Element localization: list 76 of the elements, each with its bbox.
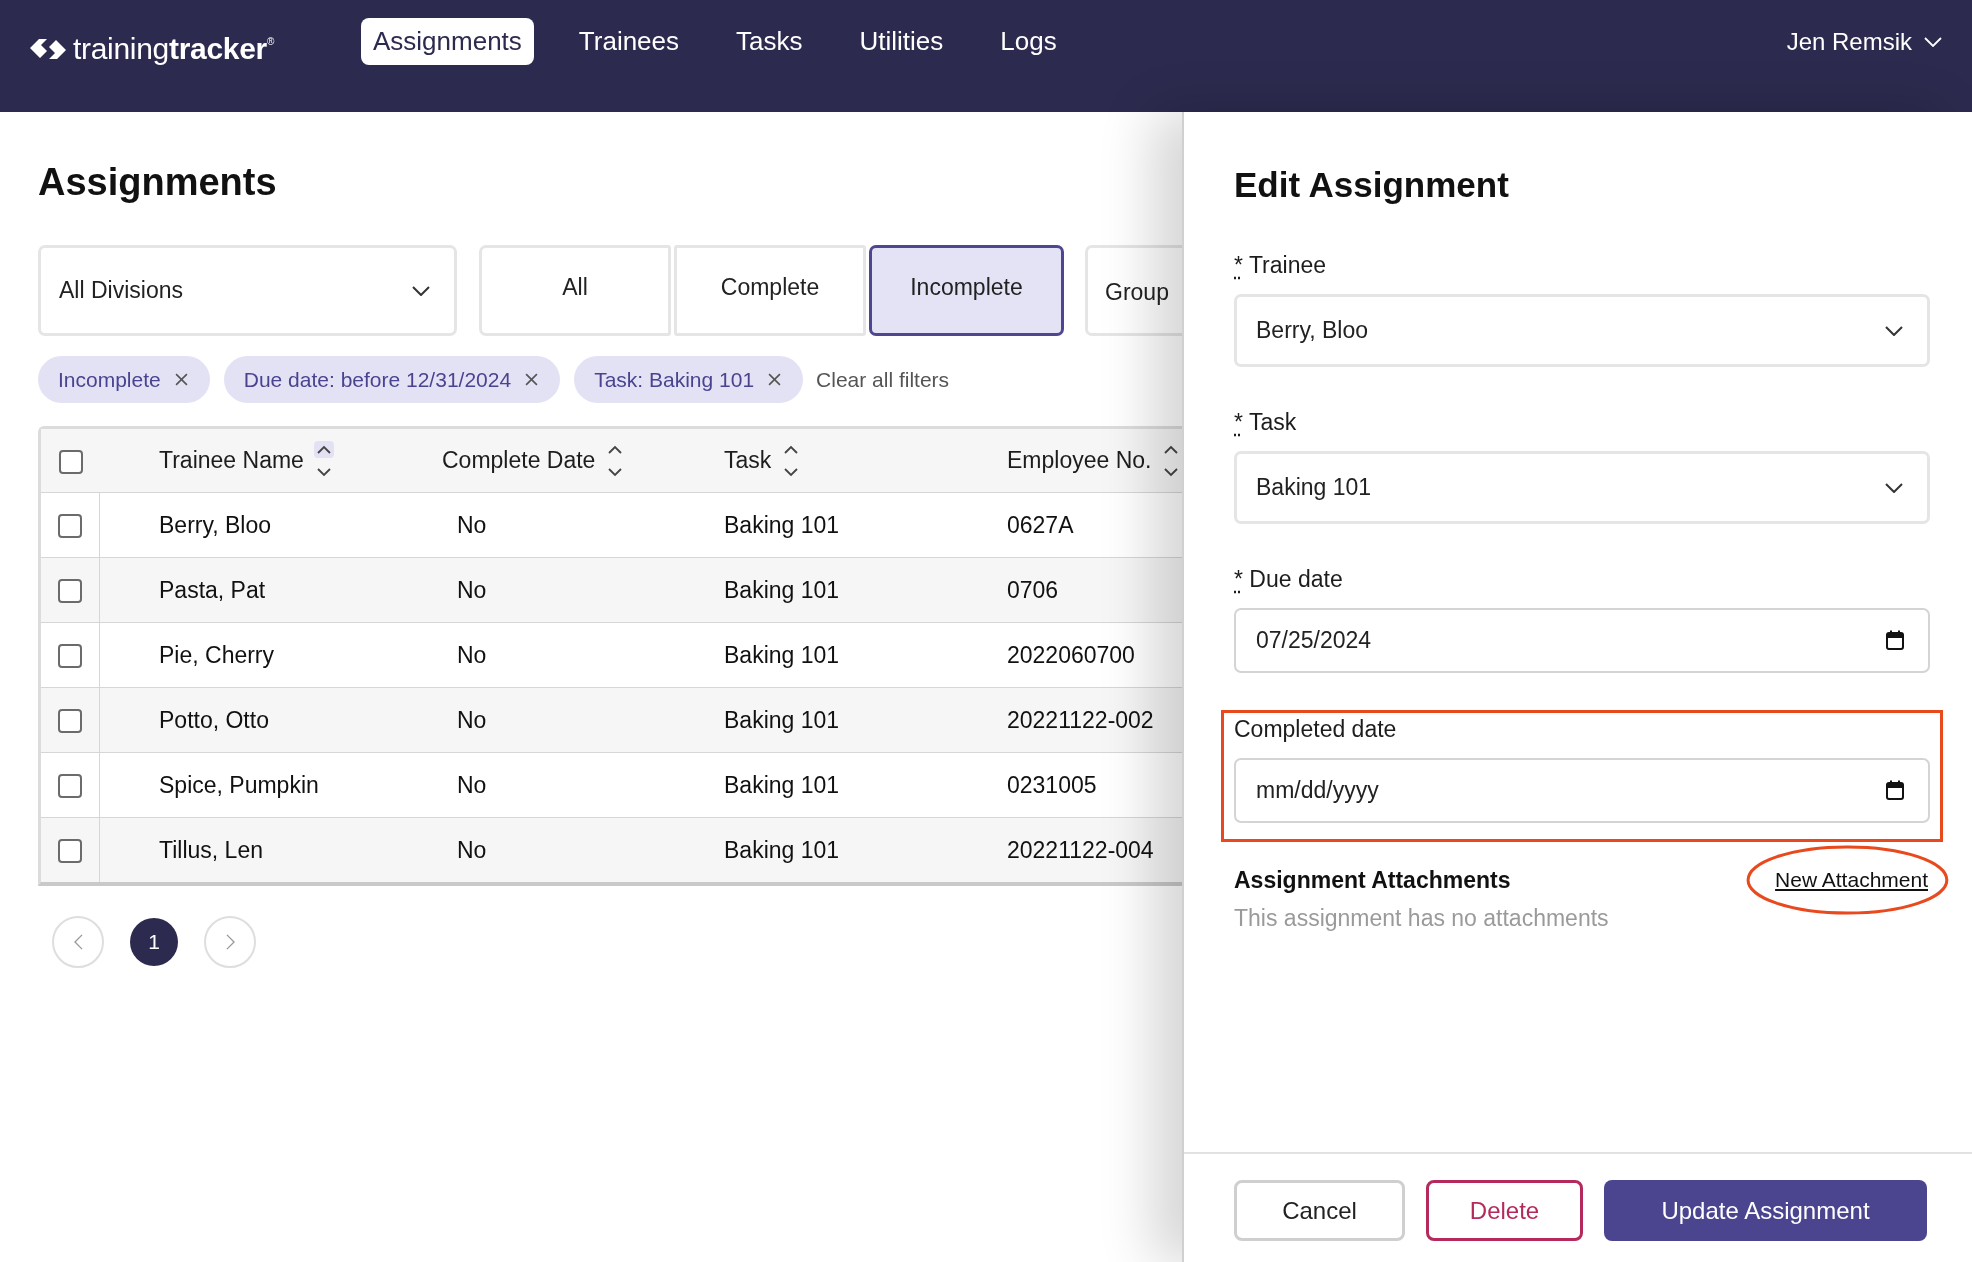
filter-chip[interactable]: Incomplete bbox=[38, 356, 210, 403]
table-cell: Spice, Pumpkin bbox=[159, 771, 319, 798]
table-cell: 0706 bbox=[1007, 576, 1059, 603]
delete-button[interactable]: Delete bbox=[1426, 1180, 1583, 1241]
table-cell: No bbox=[457, 641, 487, 668]
chevron-left-icon bbox=[73, 934, 83, 950]
panel-title: Edit Assignment bbox=[1234, 164, 1510, 206]
table-cell: Tillus, Len bbox=[159, 836, 263, 863]
clear-filters-link[interactable]: Clear all filters bbox=[816, 367, 950, 392]
section-title: Assignment Attachments bbox=[1234, 866, 1511, 895]
field-label: * Due date bbox=[1234, 565, 1344, 593]
table-cell: No bbox=[457, 771, 487, 798]
dropdown[interactable]: Berry, Bloo bbox=[1234, 294, 1930, 367]
table-cell: No bbox=[457, 511, 487, 538]
filter-chip[interactable]: Task: Baking 101 bbox=[574, 356, 804, 403]
table-cell: Baking 101 bbox=[724, 511, 840, 538]
close-icon[interactable] bbox=[174, 373, 188, 386]
nav-tab[interactable]: Assignments bbox=[361, 18, 534, 65]
table-cell: 0627A bbox=[1007, 511, 1074, 538]
status-filter-tab[interactable]: All bbox=[479, 245, 671, 336]
nav-tab[interactable]: Trainees bbox=[566, 18, 692, 65]
checkbox[interactable] bbox=[58, 514, 82, 539]
table-cell: 20221122-002 bbox=[1007, 706, 1154, 733]
status-filter-tab[interactable]: Incomplete bbox=[869, 245, 1064, 336]
field-label: * Trainee bbox=[1234, 251, 1328, 279]
filter-chip[interactable]: Due date: before 12/31/2024 bbox=[223, 356, 561, 403]
date-input[interactable]: 07/25/2024 bbox=[1234, 608, 1930, 673]
table-cell: No bbox=[457, 576, 487, 603]
chevron-down-icon bbox=[1885, 325, 1903, 336]
page-button[interactable]: 1 bbox=[130, 918, 178, 966]
column-header[interactable]: Task bbox=[724, 440, 802, 481]
empty-message: This assignment has no attachments bbox=[1234, 904, 1610, 933]
logo-icon bbox=[30, 37, 66, 61]
checkbox[interactable] bbox=[58, 449, 83, 474]
update-button[interactable]: Update Assignment bbox=[1604, 1180, 1927, 1241]
table-cell: Baking 101 bbox=[724, 576, 840, 603]
division-dropdown[interactable]: All Divisions bbox=[38, 245, 457, 336]
checkbox[interactable] bbox=[58, 839, 82, 864]
close-icon[interactable] bbox=[525, 373, 539, 386]
table-cell: Pie, Cherry bbox=[159, 641, 275, 668]
table-cell: Baking 101 bbox=[724, 771, 840, 798]
checkbox[interactable] bbox=[58, 709, 82, 734]
nav-tab[interactable]: Utilities bbox=[847, 18, 956, 65]
table-cell: 0231005 bbox=[1007, 771, 1097, 798]
table-cell: Baking 101 bbox=[724, 836, 840, 863]
nav-tab[interactable]: Tasks bbox=[724, 18, 815, 65]
chevron-down-icon bbox=[412, 285, 430, 296]
checkbox[interactable] bbox=[58, 774, 82, 799]
field-label: * Task bbox=[1234, 408, 1298, 436]
dropdown[interactable]: Baking 101 bbox=[1234, 451, 1930, 524]
checkbox[interactable] bbox=[58, 644, 82, 669]
chevron-right-icon bbox=[225, 934, 235, 950]
chevron-down-icon bbox=[1885, 482, 1903, 493]
page-title: Assignments bbox=[38, 160, 278, 205]
table-cell: No bbox=[457, 836, 487, 863]
close-icon[interactable] bbox=[768, 373, 782, 386]
status-filter-tab[interactable]: Complete bbox=[674, 245, 866, 336]
group-button[interactable]: Group bbox=[1085, 245, 1182, 336]
chevron-down-icon bbox=[1924, 37, 1942, 47]
date-input[interactable]: mm/dd/yyyy bbox=[1234, 758, 1930, 823]
logo-text: trainingtracker$^{®}$ bbox=[73, 32, 275, 66]
field-label: Completed date bbox=[1234, 715, 1398, 743]
nav-tab[interactable]: Logs bbox=[988, 18, 1069, 65]
calendar-icon[interactable] bbox=[1886, 780, 1904, 800]
table-cell: Potto, Otto bbox=[159, 706, 269, 733]
user-menu[interactable]: Jen Remsik bbox=[1786, 28, 1942, 56]
table-cell: No bbox=[457, 706, 487, 733]
cancel-button[interactable]: Cancel bbox=[1234, 1180, 1405, 1241]
table-cell: Pasta, Pat bbox=[159, 576, 266, 603]
table-cell: Baking 101 bbox=[724, 706, 840, 733]
table-cell: 20221122-004 bbox=[1007, 836, 1154, 863]
table-cell: 2022060700 bbox=[1007, 641, 1135, 668]
calendar-icon[interactable] bbox=[1886, 630, 1904, 650]
checkbox[interactable] bbox=[58, 579, 82, 604]
table-cell: Baking 101 bbox=[724, 641, 840, 668]
table-cell: Berry, Bloo bbox=[159, 511, 272, 538]
